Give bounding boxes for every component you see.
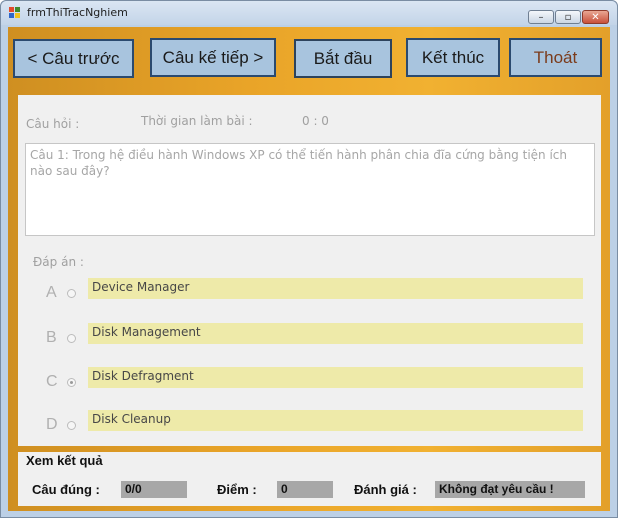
- option-d-text[interactable]: Disk Cleanup: [88, 410, 583, 431]
- time-value: 0 : 0: [302, 114, 329, 128]
- correct-label: Câu đúng :: [32, 482, 100, 497]
- minimize-icon: –: [538, 12, 544, 23]
- option-a-radio[interactable]: [67, 289, 76, 298]
- maximize-button[interactable]: ▫: [555, 10, 581, 24]
- prev-question-button[interactable]: < Câu trước: [13, 39, 134, 78]
- maximize-icon: ▫: [564, 12, 572, 23]
- option-c-letter: C: [46, 373, 58, 390]
- correct-value: 0/0: [121, 481, 187, 498]
- question-panel: Câu hỏi : Thời gian làm bài : 0 : 0 Câu …: [18, 95, 601, 446]
- question-textbox[interactable]: Câu 1: Trong hệ điều hành Windows XP có …: [25, 143, 595, 236]
- exit-button[interactable]: Thoát: [509, 38, 602, 77]
- option-b-text[interactable]: Disk Management: [88, 323, 583, 344]
- app-window: frmThiTracNghiem – ▫ ✕ < Câu trước Câu k…: [0, 0, 618, 518]
- minimize-button[interactable]: –: [528, 10, 554, 24]
- rating-value: Không đạt yêu cầu !: [435, 481, 585, 498]
- option-d-letter: D: [46, 416, 58, 433]
- rating-label: Đánh giá :: [354, 482, 417, 497]
- option-a-letter: A: [46, 284, 57, 301]
- app-icon: [9, 7, 21, 19]
- option-b-letter: B: [46, 329, 57, 346]
- question-label: Câu hỏi :: [26, 117, 80, 131]
- results-title: Xem kết quả: [26, 453, 103, 468]
- option-d-radio[interactable]: [67, 421, 76, 430]
- score-value: 0: [277, 481, 333, 498]
- start-button[interactable]: Bắt đầu: [294, 39, 392, 78]
- option-b-radio[interactable]: [67, 334, 76, 343]
- close-button[interactable]: ✕: [582, 10, 609, 24]
- title-bar[interactable]: frmThiTracNghiem – ▫ ✕: [1, 1, 617, 25]
- option-c-radio[interactable]: [67, 378, 76, 387]
- option-a-text[interactable]: Device Manager: [88, 278, 583, 299]
- results-panel: Xem kết quả Câu đúng : 0/0 Điểm : 0 Đánh…: [18, 452, 601, 506]
- finish-button[interactable]: Kết thúc: [406, 38, 500, 77]
- next-question-button[interactable]: Câu kế tiếp >: [150, 38, 276, 77]
- time-label: Thời gian làm bài :: [141, 114, 253, 128]
- window-title: frmThiTracNghiem: [27, 6, 128, 19]
- answers-label: Đáp án :: [33, 255, 84, 269]
- close-icon: ✕: [591, 12, 600, 23]
- form-client-area: < Câu trước Câu kế tiếp > Bắt đầu Kết th…: [8, 27, 610, 511]
- option-c-text[interactable]: Disk Defragment: [88, 367, 583, 388]
- score-label: Điểm :: [217, 482, 257, 497]
